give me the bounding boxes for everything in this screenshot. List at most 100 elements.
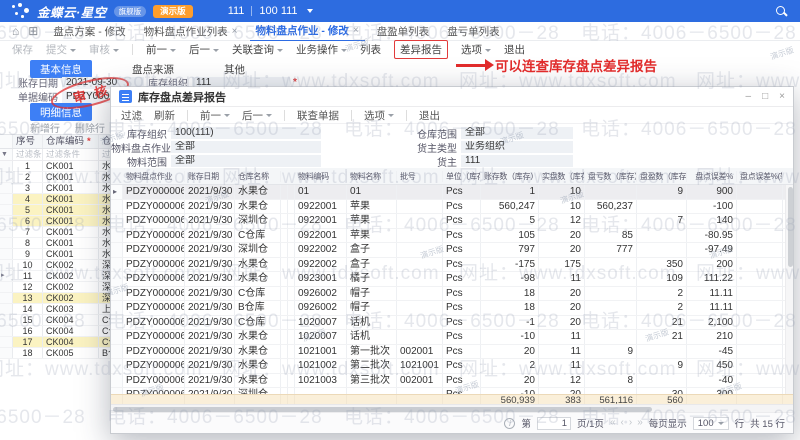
table-cell: 水果仓 [235, 272, 281, 286]
toolbar-button[interactable]: 前一 [200, 108, 230, 123]
table-cell [0, 249, 13, 259]
table-cell: CK002 [43, 260, 99, 270]
page-tab[interactable]: 盘盈单列表 [371, 21, 436, 42]
filter-value[interactable]: 全部 [171, 155, 321, 167]
page-tab[interactable]: 盘亏单列表 [441, 21, 506, 42]
info-icon[interactable]: i [504, 417, 516, 429]
maximize-icon[interactable]: □ [762, 91, 768, 102]
table-row[interactable]: PDZY0000062021/9/30深圳仓 Pcs-1020 30300 [111, 388, 793, 394]
apps-grid-icon[interactable]: ⊞ [28, 25, 38, 37]
last-page-icon[interactable]: » [637, 417, 643, 429]
report-icon [119, 90, 132, 103]
table-cell [0, 293, 13, 303]
filter-value[interactable]: 111 [461, 155, 573, 167]
table-cell: 30 [637, 388, 687, 394]
filter-value[interactable]: 100(111) [171, 127, 321, 139]
vertical-scrollbar[interactable] [785, 185, 793, 394]
table-cell [585, 388, 637, 394]
toolbar-button[interactable]: 联查单据 [297, 108, 339, 123]
table-cell [0, 315, 13, 325]
toolbar-button[interactable]: 后一 [242, 108, 272, 123]
minimize-icon[interactable]: – [746, 91, 752, 102]
page-tab[interactable]: 物料盘点作业 - 修改 × [249, 21, 365, 42]
toolbar-button[interactable]: 刷新 [154, 108, 175, 123]
filter-value[interactable]: 全部 [461, 127, 573, 139]
table-cell [637, 373, 687, 387]
table-cell: 第三批次 [347, 373, 397, 387]
toolbar-button-label: 后一 [189, 44, 210, 56]
home-icon[interactable]: ⌂ [12, 25, 19, 37]
table-row[interactable]: PDZY000006 2021/9/30 C仓库 1020007 话机 Pcs -1 20 21… [111, 315, 793, 330]
table-row[interactable]: PDZY000006 2021/9/30 水果仓 0922001 苹果 Pcs 560,24… [111, 199, 793, 214]
table-cell [585, 272, 637, 286]
filter-cell[interactable]: 过滤条件 [43, 149, 99, 160]
filter-cell[interactable]: 过滤条件 [13, 149, 43, 160]
app-window: 金蝶云·星空 旗舰版 演示版 111 100 111 ⌂ ⊞ 盘点方案 - 修改… [0, 0, 800, 440]
next-page-icon[interactable]: › [629, 417, 632, 429]
toolbar-button[interactable]: 退出 [419, 108, 440, 123]
toolbar-button[interactable]: 提交 [46, 42, 76, 57]
table-cell: 21 [637, 315, 687, 329]
table-row[interactable]: PDZY000006 2021/9/30 水果仓 0922002 盒子 Pcs -175 17… [111, 257, 793, 272]
table-row[interactable]: PDZY000006 2021/9/30 水果仓 1021003 第三批次 002001 P… [111, 373, 793, 388]
table-row[interactable]: PDZY000006 2021/9/30 水果仓 1021002 第二批次 1021001… [111, 359, 793, 374]
summary-cell: 561,116 [585, 395, 637, 404]
toolbar-button[interactable]: 列表 [360, 42, 381, 57]
table-cell: B仓库 [235, 301, 281, 315]
table-row[interactable]: PDZY000006 2021/9/30 深圳仓 0922001 苹果 Pcs 5 12 7 14… [111, 214, 793, 229]
prev-page-icon[interactable]: ‹ [621, 417, 624, 429]
table-cell: CK001 [43, 161, 99, 171]
horizontal-scrollbar[interactable] [111, 404, 793, 412]
search-icon[interactable] [776, 5, 788, 17]
tab-close-icon[interactable]: × [232, 26, 238, 37]
filter-value[interactable]: 全部 [171, 141, 321, 153]
toolbar-button[interactable]: 选项 [364, 108, 394, 123]
page-prefix: 第 [521, 419, 531, 430]
toolbar-button[interactable]: 后一 [189, 42, 219, 57]
tab-close-icon[interactable]: × [353, 25, 359, 36]
table-row[interactable]: PDZY000006 2021/9/30 C仓库 0922001 苹果 Pcs 105 20 8… [111, 228, 793, 243]
toolbar-button[interactable]: 业务操作 [296, 42, 347, 57]
table-row[interactable]: PDZY000006 2021/9/30 水果仓 0923001 橘子 Pcs -98 11 1… [111, 272, 793, 287]
table-row[interactable]: PDZY000006 2021/9/30 B仓库 0926002 帽子 Pcs 18 20 2 1… [111, 301, 793, 316]
dialog-titlebar[interactable]: 库存盘点差异报告 – □ × [111, 87, 793, 107]
table-row[interactable]: PDZY000006 2021/9/30 深圳仓 0922002 盒子 Pcs 797 20 7… [111, 243, 793, 258]
toolbar-button[interactable]: 差异报告 [394, 40, 448, 59]
toolbar-button[interactable]: 过滤 [121, 108, 142, 123]
dialog-title: 库存盘点差异报告 [138, 91, 226, 104]
table-cell: CK001 [43, 183, 99, 193]
toolbar-button-label: 差异报告 [400, 44, 442, 56]
table-cell: PDZY000006 [123, 301, 185, 315]
toolbar-button[interactable]: 保存 [12, 42, 33, 57]
column-header: 仓库编码 * [43, 135, 99, 148]
table-cell [737, 214, 783, 228]
table-row[interactable]: PDZY000006 2021/9/30 水果仓 1021001 第一批次 002001 P… [111, 344, 793, 359]
table-cell: 175 [539, 257, 585, 271]
table-cell: 深圳仓 [235, 243, 281, 257]
first-page-icon[interactable]: « [610, 417, 616, 429]
toolbar-button[interactable]: 审核 [89, 42, 119, 57]
page-tab-label: 物料盘点作业列表 [143, 25, 228, 38]
filter-value[interactable]: 业务组织 [461, 141, 573, 153]
close-icon[interactable]: × [779, 91, 785, 102]
scrollbar-thumb[interactable] [113, 406, 652, 412]
grid-action-link[interactable]: 删除行 [75, 120, 105, 135]
toolbar-button[interactable]: 前一 [146, 42, 176, 57]
per-page-select[interactable]: 100 [692, 416, 729, 430]
user-menu[interactable]: 100 111 [259, 5, 297, 17]
table-cell: -175 [481, 257, 539, 271]
table-cell [0, 282, 13, 292]
table-cell [397, 272, 443, 286]
page-tab[interactable]: 物料盘点作业列表 × [138, 21, 244, 42]
scrollbar-thumb[interactable] [787, 187, 793, 267]
page-number-input[interactable]: 1 [537, 416, 571, 430]
grid-action-link[interactable]: 新增行 [30, 120, 60, 135]
table-body[interactable]: ▸ PDZY000006 2021/9/30 水果仓 01 01 Pcs 1 10 9 900 PDZ… [111, 185, 793, 394]
table-cell: 2021/9/30 [185, 228, 235, 242]
table-row[interactable]: PDZY000006 2021/9/30 水果仓 1020007 话机 Pcs -10 11 2… [111, 330, 793, 345]
toolbar-button[interactable]: 关联查询 [232, 42, 283, 57]
page-tab[interactable]: 盘点方案 - 修改 [47, 21, 131, 42]
table-row[interactable]: PDZY000006 2021/9/30 C仓库 0926002 帽子 Pcs 18 20 2 1… [111, 286, 793, 301]
table-row[interactable]: ▸ PDZY000006 2021/9/30 水果仓 01 01 Pcs 1 10 9 900 [111, 185, 793, 200]
chevron-down-icon[interactable] [306, 9, 313, 13]
